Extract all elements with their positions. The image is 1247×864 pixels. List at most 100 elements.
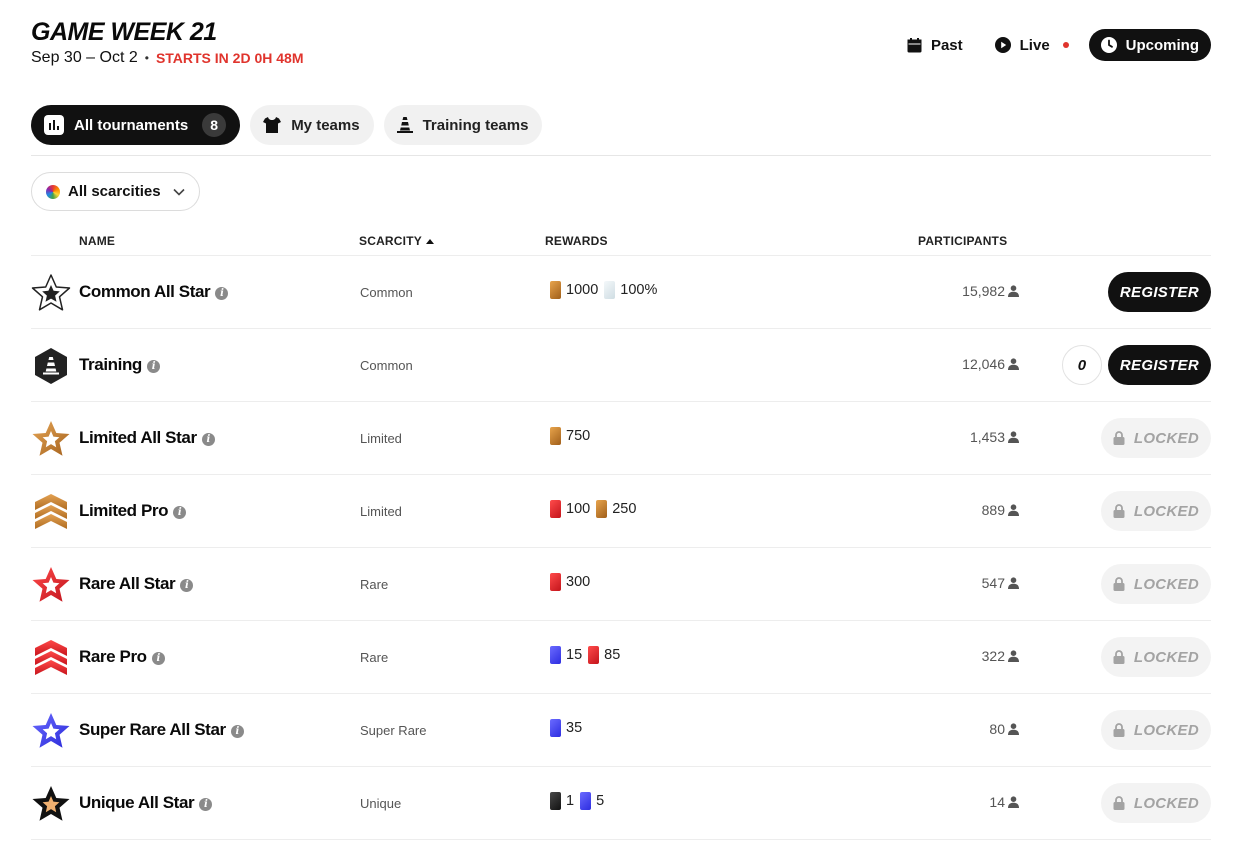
table-row[interactable]: Super Rare All Star i Super Rare 35 80 LO… (31, 694, 1211, 767)
live-label: Live (1019, 36, 1050, 54)
rainbow-scarcity-icon (46, 184, 60, 199)
tournament-participants: 15,982 (962, 283, 1019, 299)
info-icon[interactable]: i (180, 579, 194, 592)
live-button[interactable]: Live (983, 29, 1081, 61)
tournament-tabs: All tournaments 8 My teams Training team… (31, 105, 543, 145)
tournament-participants: 80 (989, 721, 1019, 737)
tournament-scarcity: Common (360, 285, 413, 300)
locked-label: LOCKED (1133, 575, 1199, 593)
tournament-name: Super Rare All Star i (79, 720, 244, 740)
unique-card-icon (550, 792, 561, 810)
super-rare-card-icon (550, 646, 561, 664)
lock-icon (1113, 650, 1125, 664)
column-header-scarcity[interactable]: SCARCITY (359, 234, 434, 248)
scarcity-filter-label: All scarcities (68, 183, 161, 200)
info-icon[interactable]: i (201, 433, 215, 446)
training-hexagon-badge-icon (35, 348, 67, 384)
bar-chart-icon (44, 115, 64, 135)
tournament-name-text: Rare All Star (79, 574, 176, 593)
tournament-name-text: Training (79, 355, 142, 374)
scarcity-filter-dropdown[interactable]: All scarcities (31, 172, 200, 211)
calendar-icon (907, 37, 922, 52)
upcoming-button[interactable]: Upcoming (1088, 29, 1211, 61)
info-icon[interactable]: i (199, 798, 213, 811)
tournament-participants: 889 (982, 502, 1019, 518)
common-card-icon (604, 281, 616, 299)
table-row[interactable]: Training i Common 12,046 0 REGISTER (31, 329, 1211, 402)
reward-value: 750 (566, 428, 591, 444)
separator-dot: • (144, 51, 149, 65)
locked-label: LOCKED (1133, 429, 1199, 447)
table-row[interactable]: Unique All Star i Unique 1 5 14 LOCKED (31, 767, 1211, 840)
column-header-participants[interactable]: PARTICIPANTS (918, 234, 1007, 248)
tournament-rewards: 15 85 (550, 646, 621, 664)
info-icon[interactable]: i (173, 506, 187, 519)
tournament-action: 0 REGISTER (1061, 345, 1211, 385)
tournament-name-text: Limited All Star (79, 428, 197, 447)
reward-value: 85 (604, 647, 621, 663)
tournament-action: LOCKED (1100, 564, 1211, 604)
info-icon[interactable]: i (230, 725, 244, 738)
tournament-name: Training i (79, 355, 160, 375)
chevron-down-icon (172, 188, 185, 196)
table-row[interactable]: Rare Pro i Rare 15 85 322 LOCKED (31, 621, 1211, 694)
header: GAME WEEK 21 Sep 30 – Oct 2 • STARTS IN … (31, 18, 1211, 78)
table-row[interactable]: Limited Pro i Limited 100 250 889 LOCKED (31, 475, 1211, 548)
reward-value: 100 (566, 501, 591, 517)
participants-count: 15,982 (962, 283, 1005, 299)
participants-count: 547 (981, 575, 1005, 591)
tab-training-teams[interactable]: Training teams (383, 105, 543, 145)
tournament-name: Common All Star i (79, 282, 229, 302)
tab-my-teams[interactable]: My teams (250, 105, 374, 145)
tab-all-tournaments[interactable]: All tournaments 8 (31, 105, 241, 145)
locked-label: LOCKED (1133, 794, 1199, 812)
page-title: GAME WEEK 21 (31, 18, 217, 46)
tournament-rewards: 300 (550, 573, 591, 591)
tournament-action: REGISTER (1107, 272, 1211, 312)
jersey-icon (263, 117, 282, 133)
tournament-name-text: Super Rare All Star (79, 720, 226, 739)
table-row[interactable]: Common All Star i Common 1000 100% 15,982… (31, 256, 1211, 329)
game-week-subtitle: Sep 30 – Oct 2 • STARTS IN 2D 0H 48M (31, 49, 303, 67)
user-icon (1008, 285, 1019, 297)
unique-star-badge-icon (32, 786, 70, 821)
tournament-scarcity: Common (360, 358, 413, 373)
locked-label: LOCKED (1133, 721, 1199, 739)
table-row[interactable]: Limited All Star i Limited 750 1,453 LOCK… (31, 402, 1211, 475)
register-button[interactable]: REGISTER (1107, 272, 1211, 312)
rare-card-icon (550, 573, 561, 591)
countdown: STARTS IN 2D 0H 48M (155, 50, 304, 66)
info-icon[interactable]: i (151, 652, 165, 665)
column-header-participants-label: PARTICIPANTS (918, 234, 1008, 248)
table-row[interactable]: Rare All Star i Rare 300 547 LOCKED (31, 548, 1211, 621)
tournament-action: LOCKED (1100, 783, 1211, 823)
tournament-name-text: Limited Pro (79, 501, 169, 520)
participants-count: 889 (981, 502, 1005, 518)
participants-count: 1,453 (969, 429, 1005, 445)
reward-value: 1 (566, 793, 575, 809)
info-icon[interactable]: i (215, 287, 229, 300)
column-header-rewards[interactable]: REWARDS (545, 234, 608, 248)
register-button[interactable]: REGISTER (1107, 345, 1211, 385)
reward-value: 15 (566, 647, 583, 663)
table-header: NAME SCARCITY REWARDS PARTICIPANTS (31, 228, 1211, 256)
past-button[interactable]: Past (895, 29, 975, 61)
limited-card-icon (550, 281, 561, 299)
tournament-action: LOCKED (1100, 710, 1211, 750)
tournament-participants: 12,046 (962, 356, 1019, 372)
column-header-name[interactable]: NAME (79, 234, 115, 248)
tournament-rewards: 1000 100% (550, 281, 658, 299)
tournament-action: LOCKED (1100, 637, 1211, 677)
tournament-scarcity: Limited (360, 431, 402, 446)
tournament-rewards: 35 (550, 719, 583, 737)
tournament-name-text: Common All Star (79, 282, 211, 301)
locked-button: LOCKED (1100, 418, 1211, 458)
column-header-name-label: NAME (79, 234, 116, 248)
rare-chevron-badge-icon (35, 640, 67, 675)
user-icon (1008, 358, 1019, 370)
tournament-action: LOCKED (1100, 491, 1211, 531)
registered-teams-count: 0 (1061, 345, 1102, 385)
info-icon[interactable]: i (146, 360, 160, 373)
date-range: Sep 30 – Oct 2 (31, 49, 138, 66)
tournament-count-badge: 8 (202, 113, 227, 137)
